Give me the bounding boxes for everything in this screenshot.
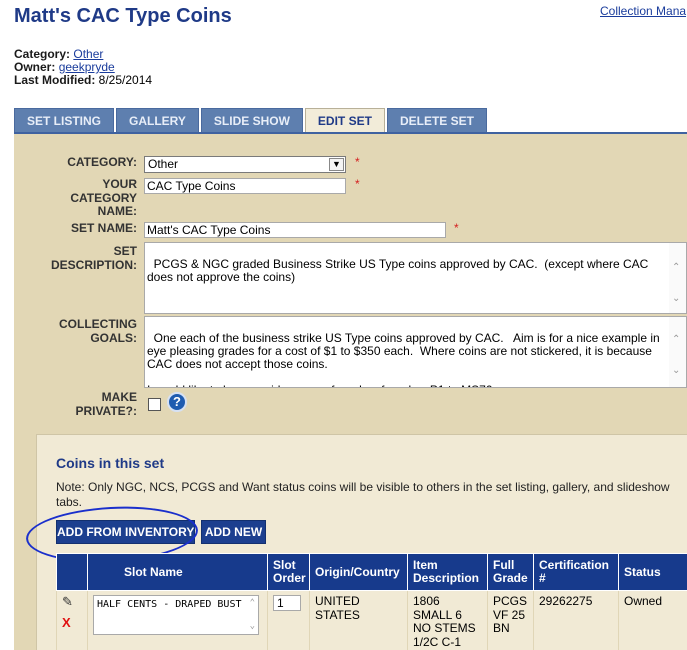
make-private-checkbox[interactable] [148,398,161,411]
tab-gallery[interactable]: GALLERY [116,108,199,133]
origin-header[interactable]: Origin/Country [309,553,408,591]
modified-meta-label: Last Modified: [14,73,96,87]
full-grade-cell: PCGS VF 25 BN [487,590,534,650]
tab-edit-set[interactable]: EDIT SET [304,108,385,134]
coins-section-title: Coins in this set [56,455,165,471]
set-meta: Category: Other Owner: geekpryde Last Mo… [14,48,152,87]
owner-meta-label: Owner: [14,60,56,74]
slot-name-cell: HALF CENTS - DRAPED BUST ⌃ ⌄ [87,590,268,650]
collection-manager-link[interactable]: Collection Mana [600,4,686,18]
slot-name-header[interactable]: Slot Name [87,553,268,591]
item-description-header[interactable]: Item Description [407,553,488,591]
set-description-text: PCGS & NGC graded Business Strike US Typ… [147,257,652,284]
make-private-label: MAKE PRIVATE?: [75,390,137,418]
add-new-button[interactable]: ADD NEW [201,520,266,544]
slot-order-input[interactable]: 1 [273,595,301,611]
full-grade-header[interactable]: Full Grade [487,553,534,591]
table-row: ✎ X HALF CENTS - DRAPED BUST ⌃ ⌄ 1 UNITED … [56,590,687,650]
category-meta-label: Category: [14,47,71,61]
status-header[interactable]: Status [618,553,687,591]
item-description-cell: 1806 SMALL 6 NO STEMS 1/2C C-1 [407,590,488,650]
table-header-row: Slot Name Slot Order Origin/Country Item… [56,553,687,591]
set-name-label: SET NAME: [71,221,137,235]
certification-header[interactable]: Certification # [533,553,619,591]
category-select[interactable]: Other ▼ [144,156,346,173]
collecting-goals-text: One each of the business strike US Type … [147,331,660,388]
tab-set-listing[interactable]: SET LISTING [14,108,115,133]
row-actions: ✎ X [56,590,88,650]
page-title: Matt's CAC Type Coins [14,5,232,27]
certification-cell: 29262275 [533,590,619,650]
origin-cell: UNITED STATES [309,590,408,650]
set-name-input[interactable]: Matt's CAC Type Coins [144,222,446,238]
category-select-value: Other [148,157,179,171]
modified-date: 8/25/2014 [98,73,153,87]
status-cell: Owned [618,590,687,650]
slot-name-input[interactable]: HALF CENTS - DRAPED BUST ⌃ ⌄ [93,595,259,635]
collecting-goals-label: COLLECTING GOALS: [59,317,137,345]
scrollbar[interactable]: ⌃ ⌄ [669,243,686,313]
category-label: CATEGORY: [67,155,137,169]
your-category-input[interactable]: CAC Type Coins [144,178,346,194]
tab-delete-set[interactable]: DELETE SET [386,108,487,133]
delete-icon[interactable]: X [62,615,82,630]
required-marker: * [355,155,360,169]
scrollbar[interactable]: ⌃ ⌄ [669,317,686,387]
actions-header [56,553,88,591]
category-meta-link[interactable]: Other [73,47,103,61]
your-category-label: YOUR CATEGORY NAME: [70,177,137,218]
slot-order-cell: 1 [267,590,310,650]
set-description-textarea[interactable]: PCGS & NGC graded Business Strike US Typ… [144,242,687,314]
required-marker: * [355,177,360,191]
set-tabs: SET LISTING GALLERY SLIDE SHOW EDIT SET … [14,108,487,134]
edit-icon[interactable]: ✎ [62,594,73,609]
set-description-label: SET DESCRIPTION: [50,244,137,272]
visibility-note: Note: Only NGC, NCS, PCGS and Want statu… [56,480,670,509]
owner-link[interactable]: geekpryde [59,60,115,74]
coins-table: Slot Name Slot Order Origin/Country Item… [56,553,687,650]
slot-order-header[interactable]: Slot Order [267,553,310,591]
required-marker: * [454,221,459,235]
help-icon[interactable]: ? [167,392,187,412]
tab-slide-show[interactable]: SLIDE SHOW [200,108,303,133]
chevron-down-icon[interactable]: ▼ [329,158,344,171]
collecting-goals-textarea[interactable]: One each of the business strike US Type … [144,316,687,388]
